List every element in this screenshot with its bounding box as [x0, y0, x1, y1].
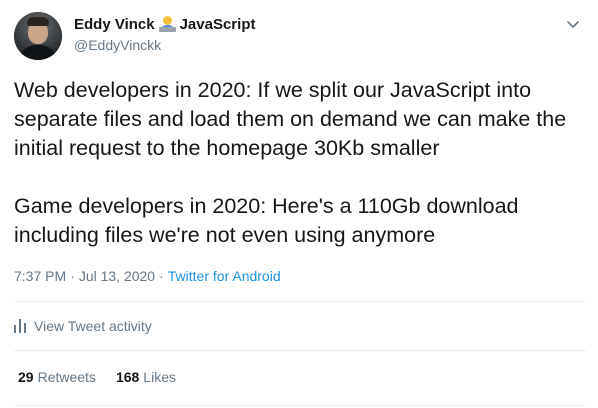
- user-handle[interactable]: @EddyVinckk: [74, 37, 255, 53]
- avatar[interactable]: [14, 12, 62, 60]
- likes-label: Likes: [143, 369, 176, 385]
- meta-separator: ·: [70, 268, 75, 284]
- divider: [14, 405, 586, 406]
- likes-count: 168: [115, 369, 140, 385]
- retweets-count: 29: [18, 369, 34, 385]
- technologist-emoji-icon: [158, 16, 176, 33]
- divider: [14, 301, 586, 302]
- tweet-header: Eddy Vinck JavaScript @EddyVinckk: [14, 12, 586, 60]
- retweets-stat[interactable]: 29 Retweets: [18, 369, 96, 385]
- retweets-label: Retweets: [37, 369, 96, 385]
- chevron-down-icon[interactable]: [566, 18, 580, 32]
- display-name[interactable]: Eddy Vinck: [74, 16, 155, 33]
- likes-stat[interactable]: 168 Likes: [116, 369, 176, 385]
- tweet-text: Web developers in 2020: If we split our …: [14, 78, 567, 247]
- view-tweet-activity-label: View Tweet activity: [34, 318, 152, 334]
- view-tweet-activity-link[interactable]: View Tweet activity: [14, 318, 152, 334]
- author-info: Eddy Vinck JavaScript @EddyVinckk: [74, 15, 255, 53]
- analytics-icon: [14, 319, 26, 333]
- display-name-suffix[interactable]: JavaScript: [180, 16, 256, 33]
- tweet-date[interactable]: Jul 13, 2020: [79, 268, 155, 284]
- divider: [14, 350, 586, 351]
- tweet-source-link[interactable]: Twitter for Android: [168, 268, 281, 284]
- meta-separator: ·: [159, 268, 164, 284]
- tweet-time[interactable]: 7:37 PM: [14, 268, 66, 284]
- tweet-meta: 7:37 PM · Jul 13, 2020 · Twitter for And…: [14, 268, 281, 284]
- tweet-stats: 29 Retweets 168 Likes: [18, 369, 176, 385]
